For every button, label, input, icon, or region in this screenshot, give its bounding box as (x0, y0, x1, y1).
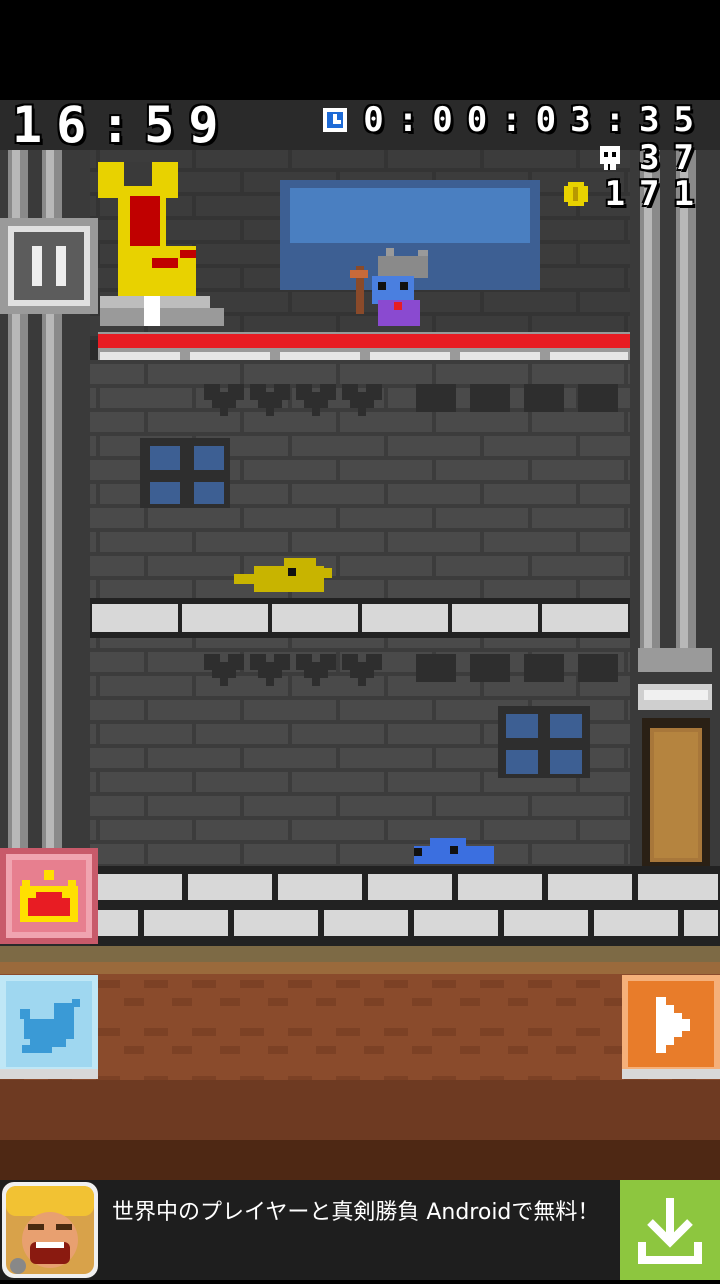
death-counter: 37 (595, 138, 708, 178)
dirt-ground (0, 946, 720, 1180)
red-platform (98, 332, 630, 360)
bottom-floor (90, 866, 720, 946)
skull-icon (600, 146, 621, 170)
coin-count: 171 (604, 174, 708, 214)
coin-icon (563, 182, 588, 206)
download-icon (638, 1198, 702, 1264)
crown-button[interactable] (0, 848, 98, 944)
coin-counter: 171 (561, 174, 708, 214)
twitter-bird-icon (0, 975, 98, 1079)
ad-app-icon[interactable] (0, 1180, 100, 1280)
window-1 (140, 438, 230, 508)
elapsed-timer: 0:00:03:35 (319, 100, 708, 140)
play-button[interactable] (622, 975, 720, 1079)
death-count: 37 (639, 138, 708, 178)
pause-button[interactable] (0, 218, 98, 314)
play-icon (622, 975, 720, 1079)
crown-icon (0, 848, 98, 944)
stopwatch-icon (323, 108, 348, 132)
window-2 (498, 706, 590, 778)
elapsed-timer-value: 0:00:03:35 (363, 100, 708, 140)
ad-banner[interactable]: 世界中のプレイヤーと真剣勝負 Androidで無料！ (0, 1180, 720, 1280)
clock-display: 16:59 (12, 96, 233, 154)
pause-icon (0, 218, 98, 314)
ad-download-button[interactable] (620, 1180, 720, 1280)
exit-door (642, 718, 710, 868)
ad-text[interactable]: 世界中のプレイヤーと真剣勝負 Androidで無料！ (112, 1194, 612, 1232)
middle-floor (90, 598, 630, 638)
twitter-button[interactable] (0, 975, 98, 1079)
